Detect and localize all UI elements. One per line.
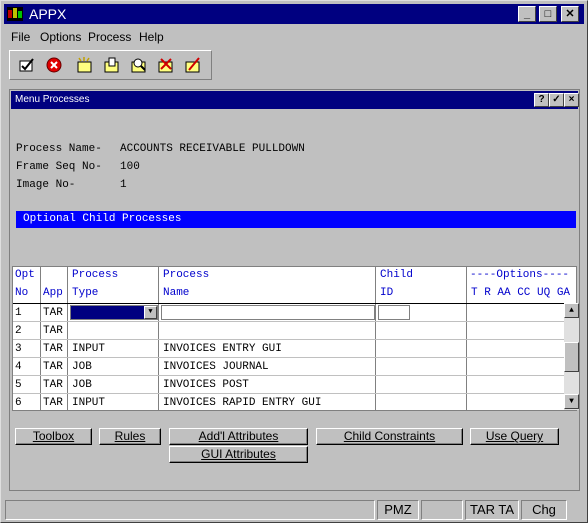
row-divider <box>13 375 564 376</box>
row-4-type[interactable]: JOB <box>72 361 92 373</box>
section-title: Optional Child Processes <box>23 213 182 225</box>
row-3-app: TAR <box>43 343 63 355</box>
status-panel-app: TAR TA <box>465 500 519 520</box>
appx-logo-icon <box>7 7 23 21</box>
row-1-child-id-input[interactable] <box>378 305 410 320</box>
menu-processes-window: Menu Processes ? ✓ × Process Name- ACCOU… <box>9 89 580 491</box>
status-bar: PMZ TAR TA Chg <box>4 500 585 520</box>
process-name-value: ACCOUNTS RECEIVABLE PULLDOWN <box>120 143 305 155</box>
row-5-no: 5 <box>15 379 22 391</box>
header-divider <box>13 303 564 304</box>
row-1-type-dropdown[interactable]: ▼ <box>70 305 158 320</box>
status-panel-user: PMZ <box>377 500 419 520</box>
child-constraints-button-label: Child Constraints <box>343 429 436 443</box>
status-panel-message <box>5 500 375 520</box>
image-no-label: Image No- <box>16 179 76 191</box>
toolbox-button[interactable]: Toolbox <box>15 428 92 445</box>
row-divider <box>13 357 564 358</box>
status-panel-blank <box>421 500 463 520</box>
row-divider <box>13 339 564 340</box>
new-doc-icon[interactable] <box>76 57 94 73</box>
menu-options[interactable]: Options <box>40 30 81 44</box>
menu-file[interactable]: File <box>11 30 30 44</box>
child-process-grid: Opt No App Process Type Process Name Chi… <box>12 266 579 411</box>
header-process-name-1: Process <box>163 269 210 281</box>
header-child-id-2: ID <box>380 287 394 299</box>
title-bar[interactable]: APPX _ □ ✕ <box>4 4 584 24</box>
process-name-label: Process Name- <box>16 143 102 155</box>
section-header: Optional Child Processes <box>16 211 576 228</box>
row-4-no: 4 <box>15 361 22 373</box>
row-5-name[interactable]: INVOICES POST <box>163 379 249 391</box>
header-process-type-2: Type <box>72 287 99 299</box>
image-no-value: 1 <box>120 179 127 191</box>
child-title-bar[interactable]: Menu Processes ? ✓ × <box>11 91 579 109</box>
app-window: APPX _ □ ✕ File Options Process Help Men… <box>0 0 588 523</box>
row-divider <box>13 393 564 394</box>
menu-help[interactable]: Help <box>139 30 164 44</box>
child-title: Menu Processes <box>15 94 90 105</box>
scroll-thumb[interactable] <box>564 342 579 372</box>
scroll-down-icon[interactable]: ▼ <box>564 394 579 409</box>
row-6-no: 6 <box>15 397 22 409</box>
addl-attributes-button[interactable]: Add'l Attributes <box>169 428 308 445</box>
chevron-down-icon[interactable]: ▼ <box>144 306 157 319</box>
row-1-name-input[interactable] <box>161 305 375 320</box>
row-3-type[interactable]: INPUT <box>72 343 105 355</box>
use-query-button[interactable]: Use Query <box>470 428 559 445</box>
row-divider <box>13 321 564 322</box>
row-1-no: 1 <box>15 307 22 319</box>
row-6-type[interactable]: INPUT <box>72 397 105 409</box>
checkmark-doc-icon[interactable] <box>18 57 36 73</box>
row-5-app: TAR <box>43 379 63 391</box>
row-6-app: TAR <box>43 397 63 409</box>
row-6-name[interactable]: INVOICES RAPID ENTRY GUI <box>163 397 321 409</box>
addl-attributes-button-label: Add'l Attributes <box>198 429 279 443</box>
edit-doc-icon[interactable] <box>184 57 202 73</box>
row-3-no: 3 <box>15 343 22 355</box>
use-query-button-label: Use Query <box>485 429 544 443</box>
header-opt: Opt <box>15 269 35 281</box>
row-2-app: TAR <box>43 325 63 337</box>
open-doc-icon[interactable] <box>103 57 121 73</box>
header-no: No <box>15 287 29 299</box>
gui-attributes-button-label: GUI Attributes <box>201 447 276 461</box>
row-3-name[interactable]: INVOICES ENTRY GUI <box>163 343 282 355</box>
close-button[interactable]: ✕ <box>561 6 579 22</box>
status-panel-mode: Chg <box>521 500 567 520</box>
toolbox-button-label: Toolbox <box>32 429 75 443</box>
row-4-name[interactable]: INVOICES JOURNAL <box>163 361 269 373</box>
row-2-no: 2 <box>15 325 22 337</box>
gui-attributes-button[interactable]: GUI Attributes <box>169 446 308 463</box>
header-app: App <box>43 287 63 299</box>
header-process-name-2: Name <box>163 287 190 299</box>
header-process-type-1: Process <box>72 269 119 281</box>
grid-scrollbar[interactable]: ▲ ▼ <box>564 303 579 410</box>
row-5-type[interactable]: JOB <box>72 379 92 391</box>
header-child-id-1: Child <box>380 269 414 281</box>
app-title: APPX <box>29 6 67 22</box>
menu-process[interactable]: Process <box>88 30 131 44</box>
rules-button-label: Rules <box>114 429 146 443</box>
child-constraints-button[interactable]: Child Constraints <box>316 428 463 445</box>
delete-doc-icon[interactable] <box>157 57 175 73</box>
maximize-button[interactable]: □ <box>539 6 557 22</box>
search-doc-icon[interactable] <box>130 57 148 73</box>
help-button[interactable]: ? <box>534 93 549 107</box>
cancel-icon[interactable] <box>45 57 63 73</box>
child-close-button[interactable]: × <box>564 93 579 107</box>
ok-button[interactable]: ✓ <box>549 93 564 107</box>
minimize-button[interactable]: _ <box>518 6 536 22</box>
rules-button[interactable]: Rules <box>99 428 161 445</box>
row-1-app: TAR <box>43 307 63 319</box>
scroll-up-icon[interactable]: ▲ <box>564 303 579 318</box>
header-options-2: T R AA CC UQ GA <box>471 287 571 299</box>
frame-seq-value: 100 <box>120 161 140 173</box>
row-4-app: TAR <box>43 361 63 373</box>
frame-seq-label: Frame Seq No- <box>16 161 102 173</box>
toolbar <box>9 50 212 80</box>
header-options-1: ----Options---- <box>470 269 570 281</box>
